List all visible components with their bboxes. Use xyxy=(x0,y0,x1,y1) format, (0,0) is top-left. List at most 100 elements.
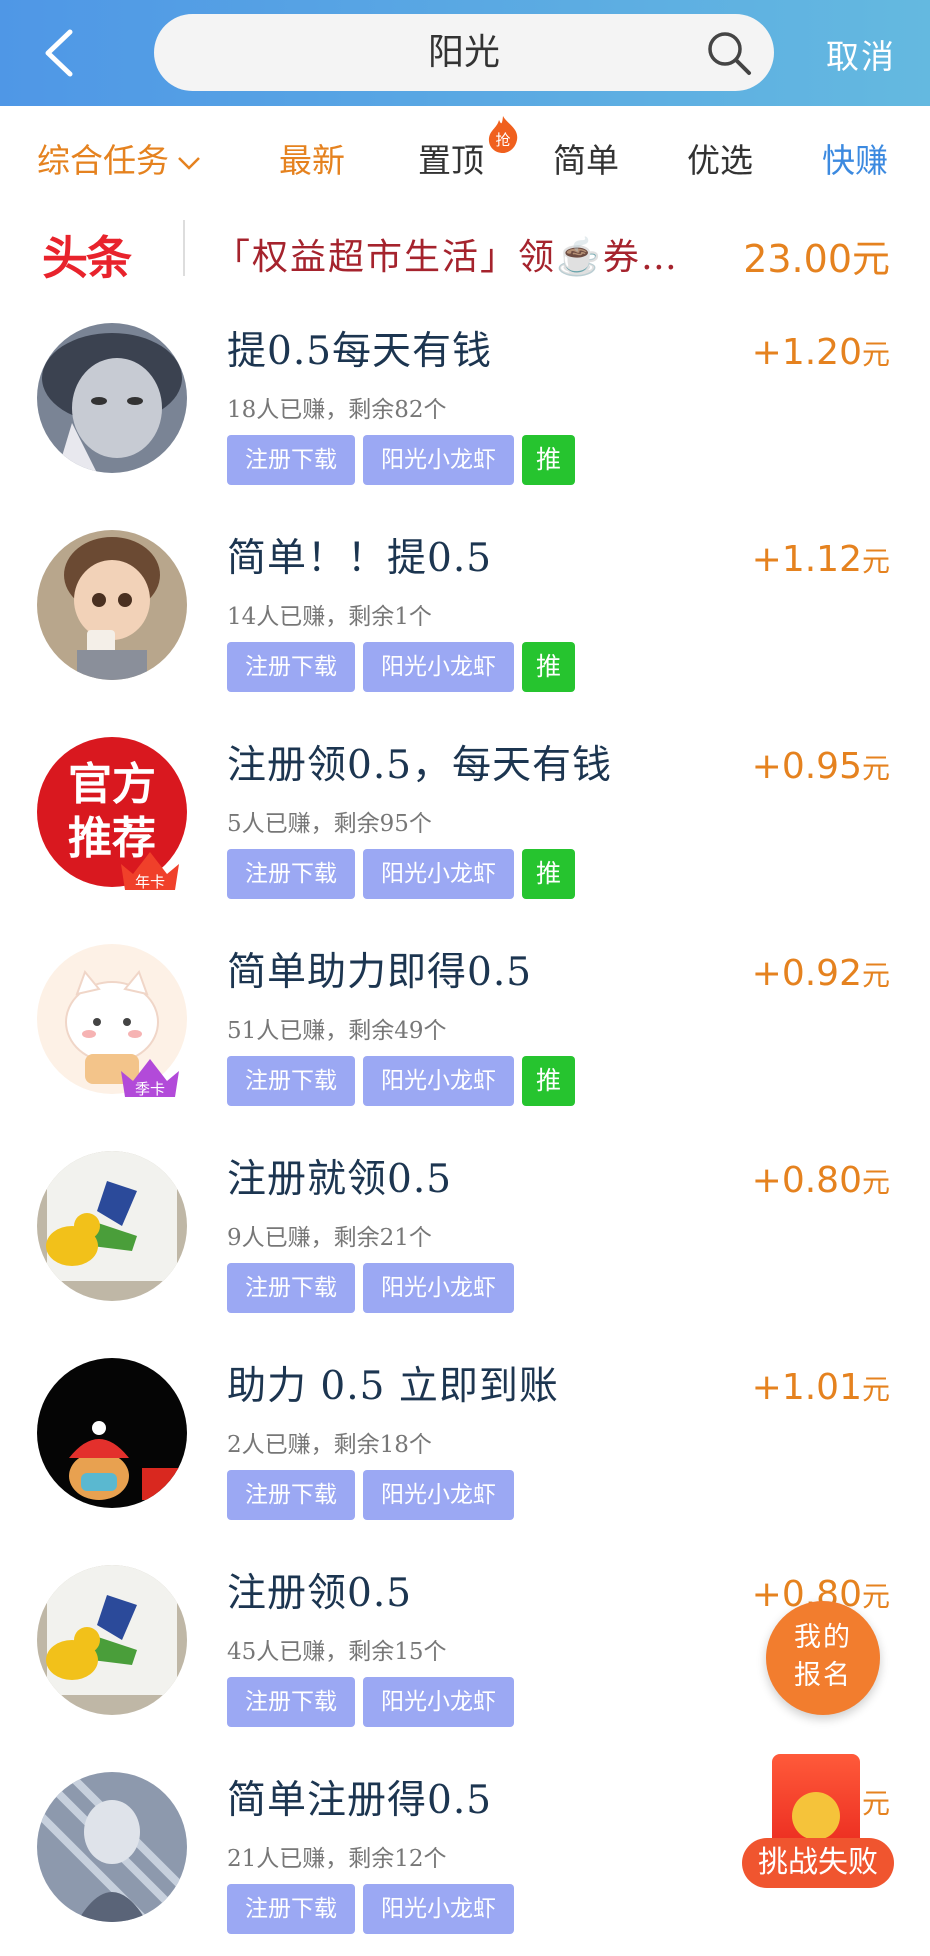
top-bar: 阳光 取消 xyxy=(0,0,930,106)
avatar xyxy=(37,1358,187,1508)
filter-tabs: 综合任务 最新 置顶 简单 优选 快赚 xyxy=(0,106,930,202)
reward-amount: +0.92 xyxy=(751,953,862,994)
tag-recommend: 推 xyxy=(522,849,576,899)
tag-publisher: 阳光小龙虾 xyxy=(363,849,514,899)
tag-publisher: 阳光小龙虾 xyxy=(363,435,514,485)
tag-group: 注册下载 阳光小龙虾 xyxy=(227,1263,522,1313)
reward-amount: +1.01 xyxy=(751,1367,862,1408)
crown-badge-icon: 年卡 xyxy=(121,852,179,891)
crown-label: 年卡 xyxy=(135,873,165,891)
task-item[interactable]: 季卡 简单助力即得0.5 +0.92元 51人已赚，剩余49个 注册下载 阳光小… xyxy=(0,921,930,1128)
divider xyxy=(183,220,185,276)
tag-group: 注册下载 阳光小龙虾 xyxy=(227,1884,522,1934)
reward-amount: +0.80 xyxy=(751,1160,862,1201)
task-item[interactable]: 简单！！提0.5 +1.12元 14人已赚，剩余1个 注册下载 阳光小龙虾 推 xyxy=(0,507,930,714)
tag-recommend: 推 xyxy=(522,435,576,485)
tag-group: 注册下载 阳光小龙虾 推 xyxy=(227,435,583,485)
tag-register-download: 注册下载 xyxy=(227,642,355,692)
cancel-button[interactable]: 取消 xyxy=(826,30,896,78)
avatar xyxy=(37,1151,187,1301)
tab-pinned[interactable]: 置顶 xyxy=(418,134,484,182)
task-title: 简单助力即得0.5 xyxy=(227,950,533,995)
my-signup-button[interactable]: 我的 报名 xyxy=(766,1601,880,1715)
task-item[interactable]: 注册就领0.5 +0.80元 9人已赚，剩余21个 注册下载 阳光小龙虾 xyxy=(0,1128,930,1335)
tab-label: 综合任务 xyxy=(37,141,169,180)
avatar-text-line-1: 官方 xyxy=(68,759,156,810)
task-reward: +1.20元 xyxy=(752,332,890,373)
task-stats: 21人已赚，剩余12个 xyxy=(227,1846,447,1872)
task-reward: +0.92元 xyxy=(752,953,890,994)
avatar xyxy=(37,1565,187,1715)
currency-unit: 元 xyxy=(861,752,890,785)
challenge-failed-label: 挑战失败 xyxy=(742,1838,894,1888)
reward-amount: +1.12 xyxy=(751,539,862,580)
tag-group: 注册下载 阳光小龙虾 推 xyxy=(227,849,583,899)
task-title: 提0.5每天有钱 xyxy=(227,329,493,374)
my-signup-label-1: 我的 xyxy=(794,1622,852,1653)
task-reward: +1.01元 xyxy=(752,1367,890,1408)
avatar xyxy=(37,530,187,680)
task-item[interactable]: 官方 推荐 年卡 注册领0.5，每天有钱 +0.95元 5人已赚，剩余95个 注… xyxy=(0,714,930,921)
headline-banner[interactable]: 头条 「权益超市生活」领☕券… 23.00元 xyxy=(0,210,930,290)
task-stats: 5人已赚，剩余95个 xyxy=(227,811,432,837)
red-packet-seal-icon xyxy=(792,1792,840,1840)
currency-unit: 元 xyxy=(861,959,890,992)
hot-badge-icon: 抢 xyxy=(488,116,518,153)
reward-amount: +0.95 xyxy=(751,746,862,787)
crown-label: 季卡 xyxy=(135,1080,165,1098)
my-signup-label-2: 报名 xyxy=(794,1660,852,1691)
tab-latest[interactable]: 最新 xyxy=(279,134,345,182)
headline-text: 「权益超市生活」领☕券… xyxy=(214,237,679,278)
tag-register-download: 注册下载 xyxy=(227,1056,355,1106)
tag-register-download: 注册下载 xyxy=(227,1884,355,1934)
tag-register-download: 注册下载 xyxy=(227,1677,355,1727)
tag-recommend: 推 xyxy=(522,642,576,692)
headline-amount: 23.00元 xyxy=(743,237,890,281)
task-item[interactable]: 提0.5每天有钱 +1.20元 18人已赚，剩余82个 注册下载 阳光小龙虾 推 xyxy=(0,300,930,507)
task-item[interactable]: 助力 0.5 立即到账 +1.01元 2人已赚，剩余18个 注册下载 阳光小龙虾 xyxy=(0,1335,930,1542)
task-stats: 14人已赚，剩余1个 xyxy=(227,604,432,630)
task-title: 简单！！提0.5 xyxy=(227,536,493,581)
currency-unit: 元 xyxy=(861,1373,890,1406)
tag-group: 注册下载 阳光小龙虾 推 xyxy=(227,642,583,692)
task-stats: 9人已赚，剩余21个 xyxy=(227,1225,432,1251)
search-query: 阳光 xyxy=(427,32,500,73)
task-title: 注册领0.5，每天有钱 xyxy=(227,743,613,788)
tag-register-download: 注册下载 xyxy=(227,849,355,899)
tag-publisher: 阳光小龙虾 xyxy=(363,642,514,692)
tag-publisher: 阳光小龙虾 xyxy=(363,1884,514,1934)
tag-publisher: 阳光小龙虾 xyxy=(363,1263,514,1313)
task-title: 注册领0.5 xyxy=(227,1571,413,1616)
search-input[interactable]: 阳光 xyxy=(154,14,774,91)
back-arrow-icon[interactable] xyxy=(40,28,80,78)
challenge-red-packet[interactable]: 挑战失败 xyxy=(742,1754,894,1894)
reward-amount: +1.20 xyxy=(751,332,862,373)
hot-badge-label: 抢 xyxy=(495,131,510,149)
tag-publisher: 阳光小龙虾 xyxy=(363,1056,514,1106)
task-stats: 45人已赚，剩余15个 xyxy=(227,1639,447,1665)
task-title: 助力 0.5 立即到账 xyxy=(227,1364,559,1409)
tag-group: 注册下载 阳光小龙虾 推 xyxy=(227,1056,583,1106)
task-reward: +0.95元 xyxy=(752,746,890,787)
task-reward: +0.80元 xyxy=(752,1160,890,1201)
task-title: 简单注册得0.5 xyxy=(227,1778,493,1823)
task-title: 注册就领0.5 xyxy=(227,1157,453,1202)
currency-unit: 元 xyxy=(861,338,890,371)
currency-unit: 元 xyxy=(861,545,890,578)
search-icon[interactable] xyxy=(706,30,752,76)
tab-comprehensive[interactable]: 综合任务 xyxy=(37,134,201,182)
tag-group: 注册下载 阳光小龙虾 xyxy=(227,1677,522,1727)
tab-simple[interactable]: 简单 xyxy=(553,134,619,182)
tag-group: 注册下载 阳光小龙虾 xyxy=(227,1470,522,1520)
tab-quick-earn[interactable]: 快赚 xyxy=(822,134,888,182)
tag-register-download: 注册下载 xyxy=(227,1263,355,1313)
task-stats: 2人已赚，剩余18个 xyxy=(227,1432,432,1458)
tag-publisher: 阳光小龙虾 xyxy=(363,1677,514,1727)
tag-publisher: 阳光小龙虾 xyxy=(363,1470,514,1520)
tab-featured[interactable]: 优选 xyxy=(687,134,753,182)
tag-recommend: 推 xyxy=(522,1056,576,1106)
chevron-down-icon xyxy=(178,157,200,170)
task-reward: +1.12元 xyxy=(752,539,890,580)
avatar xyxy=(37,323,187,473)
avatar xyxy=(37,1772,187,1922)
